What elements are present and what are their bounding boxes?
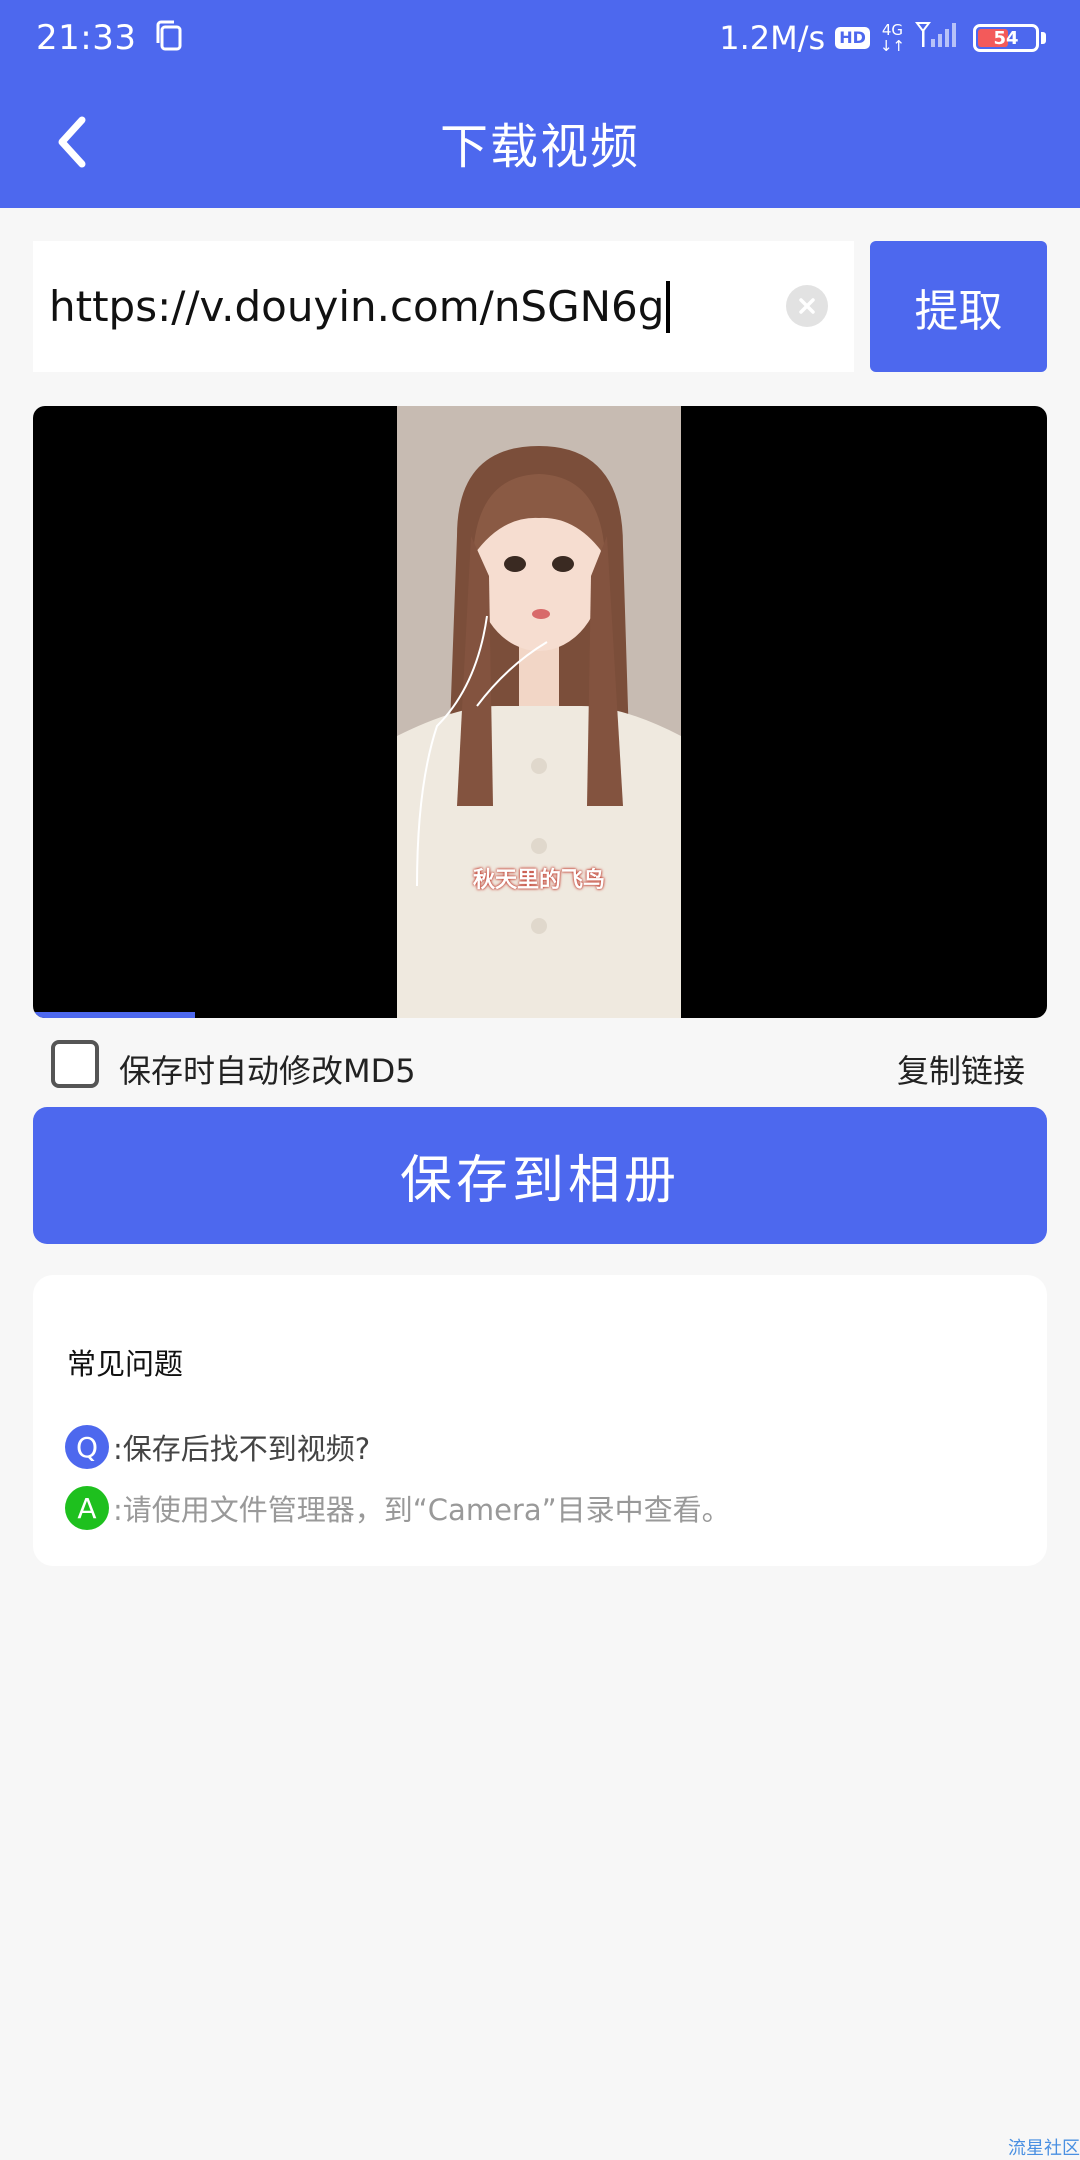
faq-question: :保存后找不到视频? [113,1432,371,1466]
battery-icon: 54 [973,24,1039,52]
copy-notification-icon [154,19,184,57]
options-row: 保存时自动修改MD5 复制链接 [33,1040,1047,1090]
video-thumbnail: 秋天里的飞鸟 [397,406,681,1018]
chevron-left-icon [58,116,86,168]
answer-badge-icon: A [65,1486,109,1530]
page-title: 下载视频 [439,119,640,175]
video-player[interactable]: 秋天里的飞鸟 [33,406,1047,1018]
faq-answer-row: A :请使用文件管理器，到“Camera”目录中查看。 [65,1486,731,1530]
text-cursor [666,280,671,333]
copy-link-button[interactable]: 复制链接 [897,1046,1025,1092]
faq-answer: :请使用文件管理器，到“Camera”目录中查看。 [113,1493,731,1527]
status-time: 21:33 [36,18,137,58]
extract-button[interactable]: 提取 [870,241,1047,372]
back-button[interactable] [40,110,104,174]
question-badge-icon: Q [65,1425,109,1469]
video-caption: 秋天里的飞鸟 [472,868,605,893]
watermark: 流星社区 [1008,2138,1080,2159]
url-input[interactable]: https://v.douyin.com/nSGN6g [33,241,854,372]
url-input-value[interactable]: https://v.douyin.com/nSGN6g [49,282,664,331]
md5-checkbox[interactable] [51,1040,99,1088]
status-bar: 21:33 1.2M/s HD 4G ↓↑ 54 [0,0,1080,76]
video-progress-bar[interactable] [33,1012,196,1018]
md5-checkbox-label[interactable]: 保存时自动修改MD5 [119,1046,416,1092]
app-header: 21:33 1.2M/s HD 4G ↓↑ 54 下载视频 [0,0,1080,208]
clear-input-button[interactable] [786,285,828,327]
faq-card: 常见问题 Q :保存后找不到视频? A :请使用文件管理器，到“Camera”目… [33,1275,1047,1566]
signal-icon [915,19,963,57]
network-type: 4G ↓↑ [879,21,905,55]
faq-question-row: Q :保存后找不到视频? [65,1425,370,1469]
net-speed: 1.2M/s [719,19,826,57]
faq-title: 常见问题 [67,1347,184,1381]
save-to-album-button[interactable]: 保存到相册 [33,1107,1047,1244]
close-icon [799,298,815,314]
hd-icon: HD [835,27,870,49]
